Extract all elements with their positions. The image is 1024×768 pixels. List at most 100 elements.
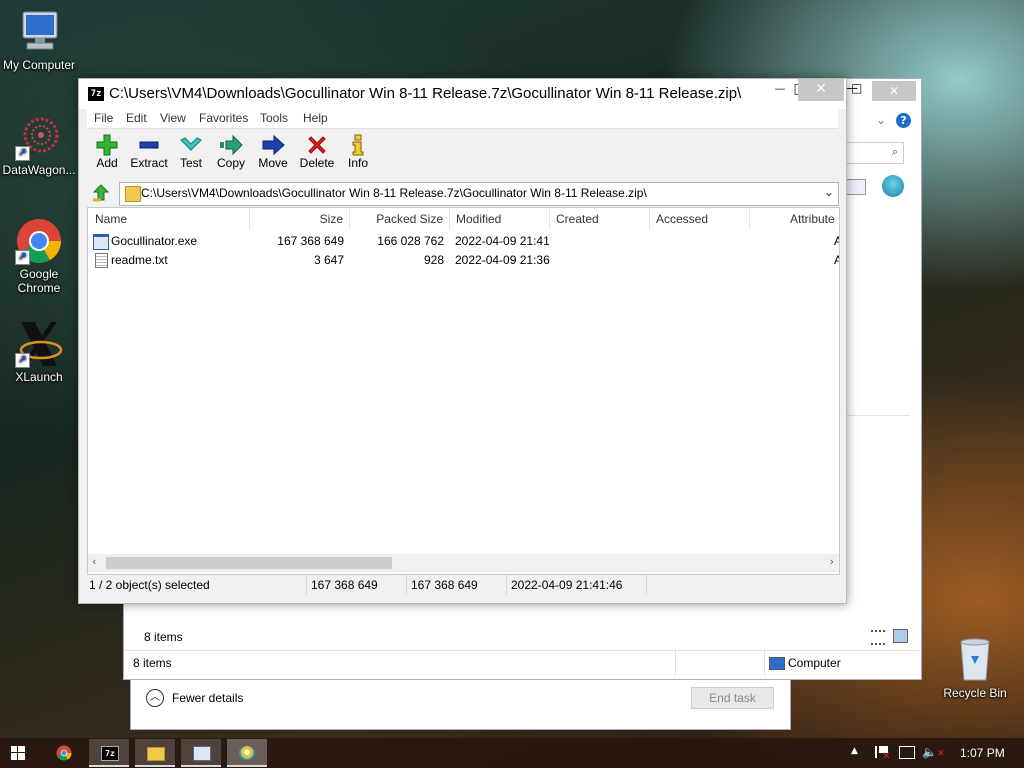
desktop-icon-label: My Computer	[2, 58, 76, 72]
chrome-icon: ↗	[15, 217, 63, 265]
file-list: Name Size Packed Size Modified Created A…	[87, 207, 840, 575]
column-name[interactable]: Name	[88, 208, 250, 230]
info-button[interactable]: Info	[343, 134, 373, 170]
info-label: Info	[347, 156, 368, 170]
menu-edit[interactable]: Edit	[126, 111, 147, 125]
status-bar: 8 items Computer	[124, 650, 921, 675]
file-size: 167 368 649	[277, 234, 344, 248]
scroll-thumb[interactable]	[106, 557, 392, 569]
maximize-button[interactable]: □	[851, 81, 862, 95]
tray-expand-icon[interactable]: ▲	[851, 746, 858, 756]
taskbar-app[interactable]	[227, 739, 267, 767]
taskbar-file-explorer[interactable]	[135, 739, 175, 767]
status-bar: 1 / 2 object(s) selected 167 368 649 167…	[87, 575, 838, 595]
desktop-icon-my-computer[interactable]: My Computer	[1, 8, 77, 72]
minus-icon	[127, 134, 171, 156]
scroll-right-icon[interactable]: ›	[830, 555, 834, 568]
menu-help[interactable]: Help	[303, 111, 328, 125]
up-folder-button[interactable]	[91, 183, 111, 203]
folder-icon	[125, 186, 141, 202]
app-shell-icon[interactable]	[882, 175, 904, 197]
menu-view[interactable]: View	[160, 111, 186, 125]
table-row[interactable]: Gocullinator.exe 167 368 649 166 028 762…	[88, 232, 839, 251]
copy-button[interactable]: Copy	[213, 134, 249, 170]
move-arrow-icon	[255, 134, 291, 156]
help-icon[interactable]: ?	[896, 113, 911, 128]
test-check-icon	[173, 134, 209, 156]
column-packed-size[interactable]: Packed Size	[350, 208, 450, 230]
file-name: Gocullinator.exe	[111, 234, 198, 248]
test-button[interactable]: Test	[173, 134, 209, 170]
windows-logo-icon	[11, 746, 25, 760]
table-row[interactable]: readme.txt 3 647 928 2022-04-09 21:36 A	[88, 251, 839, 270]
7zip-app-icon: 7z	[101, 746, 119, 761]
xlaunch-icon: ↗	[15, 320, 63, 368]
menu-file[interactable]: File	[94, 111, 113, 125]
dropdown-arrow-icon[interactable]: ⌄	[824, 185, 834, 199]
shortcut-arrow-icon: ↗	[15, 250, 30, 265]
delete-label: Delete	[299, 156, 335, 170]
titlebar: 7z C:\Users\VM4\Downloads\Gocullinator W…	[79, 79, 846, 109]
move-button[interactable]: Move	[255, 134, 291, 170]
fewer-details-button[interactable]: ︿ Fewer details	[146, 688, 243, 708]
menu-bar: File Edit View Favorites Tools Help	[87, 108, 838, 129]
file-name: readme.txt	[111, 253, 168, 267]
search-icon: ⌕	[891, 145, 898, 158]
volume-muted-icon[interactable]: 🔈✕	[922, 745, 945, 759]
column-created[interactable]: Created	[550, 208, 650, 230]
menu-tools[interactable]: Tools	[260, 111, 288, 125]
task-manager-icon	[193, 746, 211, 761]
computer-label: Computer	[788, 656, 841, 670]
toolbar: Add Extract Test Copy Move Delete Info	[87, 129, 838, 179]
test-label: Test	[179, 156, 202, 170]
desktop-icon-recycle-bin[interactable]: Recycle Bin	[936, 636, 1014, 700]
search-input[interactable]: ⌕	[846, 142, 904, 164]
taskbar-task-manager[interactable]	[181, 739, 221, 767]
desktop-icon-label: Recycle Bin	[943, 686, 1007, 700]
address-input[interactable]: C:\Users\VM4\Downloads\Gocullinator Win …	[119, 182, 839, 206]
delete-button[interactable]: Delete	[297, 134, 337, 170]
file-attributes: A	[834, 253, 839, 267]
horizontal-scrollbar[interactable]: ‹ ›	[88, 554, 839, 572]
chevron-down-icon[interactable]: ⌄	[876, 113, 886, 127]
desktop-icon-label: DataWagon...	[2, 163, 76, 177]
status-selection: 1 / 2 object(s) selected	[87, 575, 307, 595]
plus-icon	[89, 134, 125, 156]
close-button[interactable]: ✕	[872, 81, 916, 101]
extract-button[interactable]: Extract	[127, 134, 171, 170]
details-view-icon[interactable]	[871, 630, 885, 645]
network-icon[interactable]	[899, 746, 915, 759]
column-attributes[interactable]: Attribute	[750, 208, 839, 230]
info-icon	[343, 134, 373, 156]
close-button[interactable]: ✕	[798, 79, 844, 101]
text-file-icon	[95, 253, 108, 268]
task-manager-window: ︿ Fewer details End task	[130, 676, 791, 730]
address-bar: C:\Users\VM4\Downloads\Gocullinator Win …	[87, 181, 839, 206]
7zip-app-icon: 7z	[88, 87, 104, 101]
desktop-icon-xlaunch[interactable]: ↗ XLaunch	[1, 320, 77, 384]
desktop-icon-datawagon[interactable]: ↗ DataWagon...	[1, 113, 77, 177]
column-accessed[interactable]: Accessed	[650, 208, 750, 230]
copy-arrow-icon	[213, 134, 249, 156]
action-center-flag-icon[interactable]: ✕	[875, 746, 890, 762]
desktop-icon-google-chrome[interactable]: ↗ Google Chrome	[1, 217, 77, 295]
add-button[interactable]: Add	[89, 134, 125, 170]
column-modified[interactable]: Modified	[450, 208, 550, 230]
extract-label: Extract	[130, 156, 168, 170]
view-toggle-icon[interactable]	[846, 179, 866, 195]
column-headers: Name Size Packed Size Modified Created A…	[88, 208, 839, 230]
end-task-button[interactable]: End task	[691, 687, 774, 709]
scroll-left-icon[interactable]: ‹	[92, 555, 96, 568]
taskbar-7zip[interactable]: 7z	[89, 739, 129, 767]
column-size[interactable]: Size	[250, 208, 350, 230]
datawagon-icon: ↗	[15, 113, 63, 161]
taskbar-chrome[interactable]	[44, 739, 84, 767]
shortcut-arrow-icon: ↗	[15, 146, 30, 161]
file-packed-size: 928	[423, 253, 444, 267]
start-button[interactable]	[4, 739, 32, 767]
menu-favorites[interactable]: Favorites	[199, 111, 248, 125]
shortcut-arrow-icon: ↗	[15, 353, 30, 368]
clock[interactable]: 1:07 PM	[960, 746, 1005, 760]
large-icons-view-icon[interactable]	[893, 629, 908, 643]
chrome-icon	[56, 745, 72, 761]
